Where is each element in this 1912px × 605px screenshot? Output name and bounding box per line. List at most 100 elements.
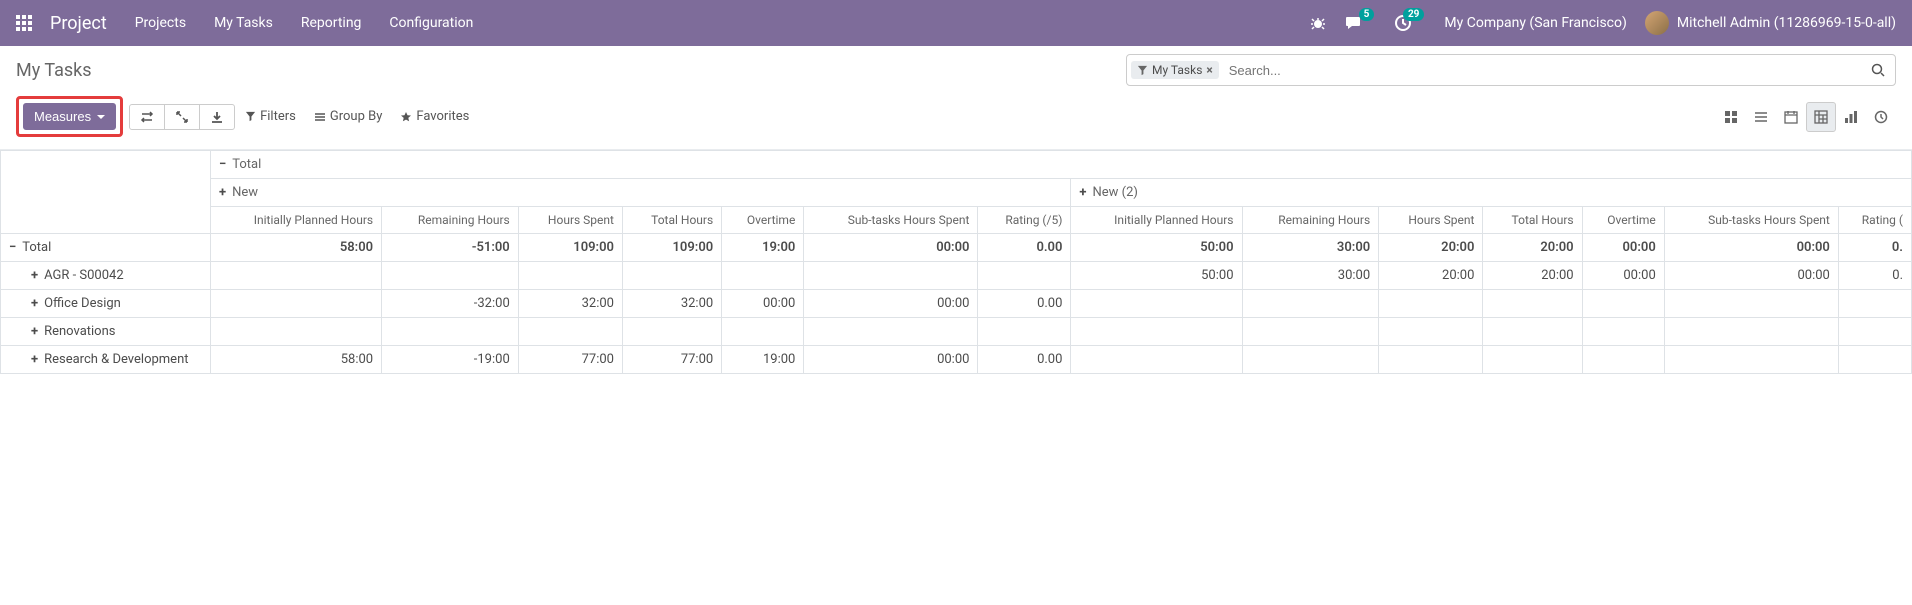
table-row: + Renovations [1,318,1912,346]
measure-header[interactable]: Initially Planned Hours [211,207,382,234]
company-selector[interactable]: My Company (San Francisco) [1444,15,1626,31]
search-box[interactable]: My Tasks × [1126,54,1896,86]
pivot-cell [1379,290,1483,318]
pivot-cell [382,318,519,346]
collapse-icon[interactable]: − [219,157,226,172]
debug-icon[interactable] [1310,15,1326,31]
user-menu[interactable]: Mitchell Admin (11286969-15-0-all) [1645,11,1896,35]
view-graph[interactable] [1836,102,1866,132]
nav-configuration[interactable]: Configuration [389,15,473,31]
col-group-new[interactable]: +New [211,179,1071,207]
expand-icon[interactable]: + [219,185,226,200]
row-header[interactable]: +Office Design [1,290,211,318]
measure-header[interactable]: Overtime [722,207,804,234]
view-list[interactable] [1746,102,1776,132]
measure-header[interactable]: Remaining Hours [382,207,519,234]
row-header[interactable]: +AGR - S00042 [1,262,211,290]
pivot-cell: 58:00 [211,346,382,374]
messages-icon[interactable]: 5 [1344,14,1362,32]
favorites-button[interactable]: Favorites [400,109,469,124]
expand-icon[interactable]: + [31,268,38,283]
measure-header[interactable]: Initially Planned Hours [1071,207,1242,234]
avatar-icon [1645,11,1669,35]
pivot-cell: 32:00 [622,290,721,318]
expand-all-button[interactable] [164,104,200,130]
brand-name[interactable]: Project [50,13,107,34]
measure-header[interactable]: Rating ( [1838,207,1911,234]
measure-header[interactable]: Hours Spent [1379,207,1483,234]
pivot-cell [382,262,519,290]
pivot-cell [518,318,622,346]
download-button[interactable] [199,104,235,130]
view-calendar[interactable] [1776,102,1806,132]
col-total[interactable]: −Total [211,151,1912,179]
pivot-cell [622,318,721,346]
measure-header[interactable]: Sub-tasks Hours Spent [804,207,978,234]
pivot-cell: 0.00 [978,290,1071,318]
pivot-cell: 30:00 [1242,234,1379,262]
table-row: +Research & Development58:00-19:0077:007… [1,346,1912,374]
pivot-cell: 00:00 [1582,262,1664,290]
measure-header[interactable]: Total Hours [622,207,721,234]
measure-header[interactable]: Sub-tasks Hours Spent [1664,207,1838,234]
pivot-cell [1071,318,1242,346]
apps-icon[interactable] [16,14,34,32]
nav-reporting[interactable]: Reporting [301,15,362,31]
pivot-cell [1483,290,1582,318]
measure-header[interactable]: Total Hours [1483,207,1582,234]
expand-icon[interactable]: + [31,296,38,311]
messages-badge: 5 [1359,8,1375,21]
pivot-cell: 0.00 [978,234,1071,262]
pivot-cell: 30:00 [1242,262,1379,290]
pivot-cell: -19:00 [382,346,519,374]
expand-icon[interactable]: + [1079,185,1086,200]
filters-button[interactable]: Filters [245,109,296,124]
pivot-cell: 109:00 [622,234,721,262]
pivot-cell: -32:00 [382,290,519,318]
pivot-cell [1379,318,1483,346]
activities-icon[interactable]: 29 [1394,14,1412,32]
view-pivot[interactable] [1806,102,1836,132]
nav-projects[interactable]: Projects [135,15,186,31]
view-switcher [1716,102,1896,132]
activities-badge: 29 [1403,8,1424,21]
pivot-cell [978,262,1071,290]
funnel-icon [1137,65,1148,76]
pivot-cell: 00:00 [1664,262,1838,290]
view-activity[interactable] [1866,102,1896,132]
measure-header[interactable]: Remaining Hours [1242,207,1379,234]
col-group-new2[interactable]: +New (2) [1071,179,1912,207]
measures-button[interactable]: Measures [23,103,116,130]
measure-header[interactable]: Rating (/5) [978,207,1071,234]
row-header[interactable]: −Total [1,234,211,262]
pivot-cell [518,262,622,290]
expand-icon[interactable]: + [31,324,38,339]
nav-my-tasks[interactable]: My Tasks [214,15,273,31]
search-input[interactable] [1225,59,1861,82]
search-icon[interactable] [1861,57,1895,83]
row-label: Renovations [44,324,115,339]
pivot-cell: 19:00 [722,234,804,262]
pivot-cell: 77:00 [518,346,622,374]
measure-header[interactable]: Hours Spent [518,207,622,234]
pivot-cell [1242,318,1379,346]
pivot-tools [129,104,235,130]
measure-header[interactable]: Overtime [1582,207,1664,234]
pivot-cell: 0.00 [978,346,1071,374]
measures-label: Measures [34,109,91,124]
collapse-icon[interactable]: − [9,240,16,255]
flip-axis-button[interactable] [129,104,165,130]
view-kanban[interactable] [1716,102,1746,132]
row-header[interactable]: + Renovations [1,318,211,346]
pivot-cell [1071,290,1242,318]
remove-tag-icon[interactable]: × [1206,63,1212,77]
pivot-cell: 32:00 [518,290,622,318]
pivot-cell: 20:00 [1483,262,1582,290]
pivot-cell [1483,318,1582,346]
expand-icon[interactable]: + [31,352,38,367]
row-header[interactable]: +Research & Development [1,346,211,374]
groupby-button[interactable]: Group By [314,109,383,124]
pivot-cell [722,318,804,346]
pivot-cell: 0. [1838,234,1911,262]
pivot-table-wrapper[interactable]: −Total +New +New (2) Initially Planned H… [0,150,1912,374]
